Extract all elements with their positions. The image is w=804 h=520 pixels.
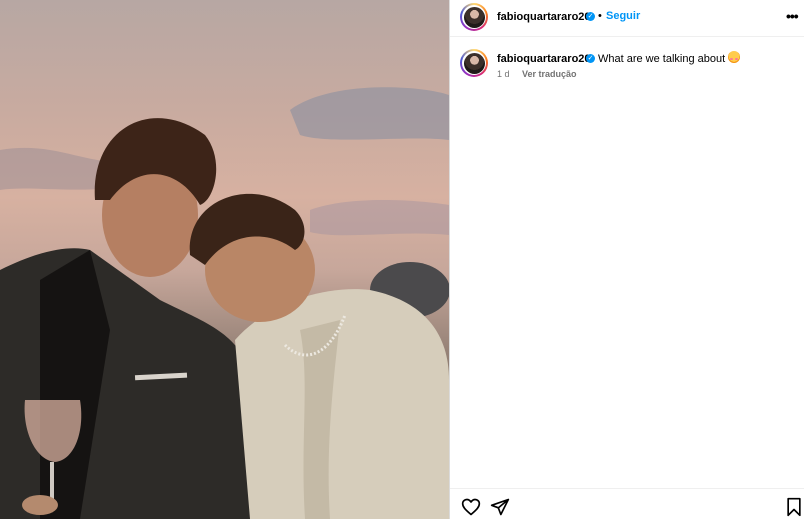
caption-text: What are we talking about ?	[598, 53, 735, 65]
action-bar	[450, 488, 804, 520]
photo-illustration	[0, 87, 449, 519]
more-options-icon[interactable]: •••	[786, 8, 799, 24]
caption-comment: fabioquartararo20 ✓ What are we talking …	[450, 45, 804, 89]
post-photo[interactable]	[0, 0, 449, 519]
send-icon[interactable]	[490, 497, 510, 517]
caption-time[interactable]: 1 d	[497, 69, 510, 79]
follow-button[interactable]: Seguir	[606, 10, 640, 22]
bookmark-icon[interactable]	[784, 497, 804, 517]
separator-dot: •	[598, 10, 602, 22]
caption-author-username[interactable]: fabioquartararo20	[497, 53, 591, 65]
author-username[interactable]: fabioquartararo20	[497, 11, 591, 23]
verified-badge-icon: ✓	[586, 12, 595, 21]
caption-meta: 1 d Ver tradução	[497, 69, 577, 79]
heart-icon[interactable]	[461, 497, 481, 517]
see-translation-button[interactable]: Ver tradução	[522, 69, 577, 79]
instagram-post: fabioquartararo20 ✓ • Seguir ••• fabioqu…	[0, 0, 804, 519]
verified-badge-icon: ✓	[586, 54, 595, 63]
caption-author-avatar[interactable]	[460, 49, 488, 77]
smiling-face-with-hearts-emoji-icon	[728, 51, 740, 63]
post-sidebar: fabioquartararo20 ✓ • Seguir ••• fabioqu…	[449, 0, 804, 519]
author-avatar[interactable]	[460, 3, 488, 31]
post-header: fabioquartararo20 ✓ • Seguir •••	[450, 0, 804, 37]
